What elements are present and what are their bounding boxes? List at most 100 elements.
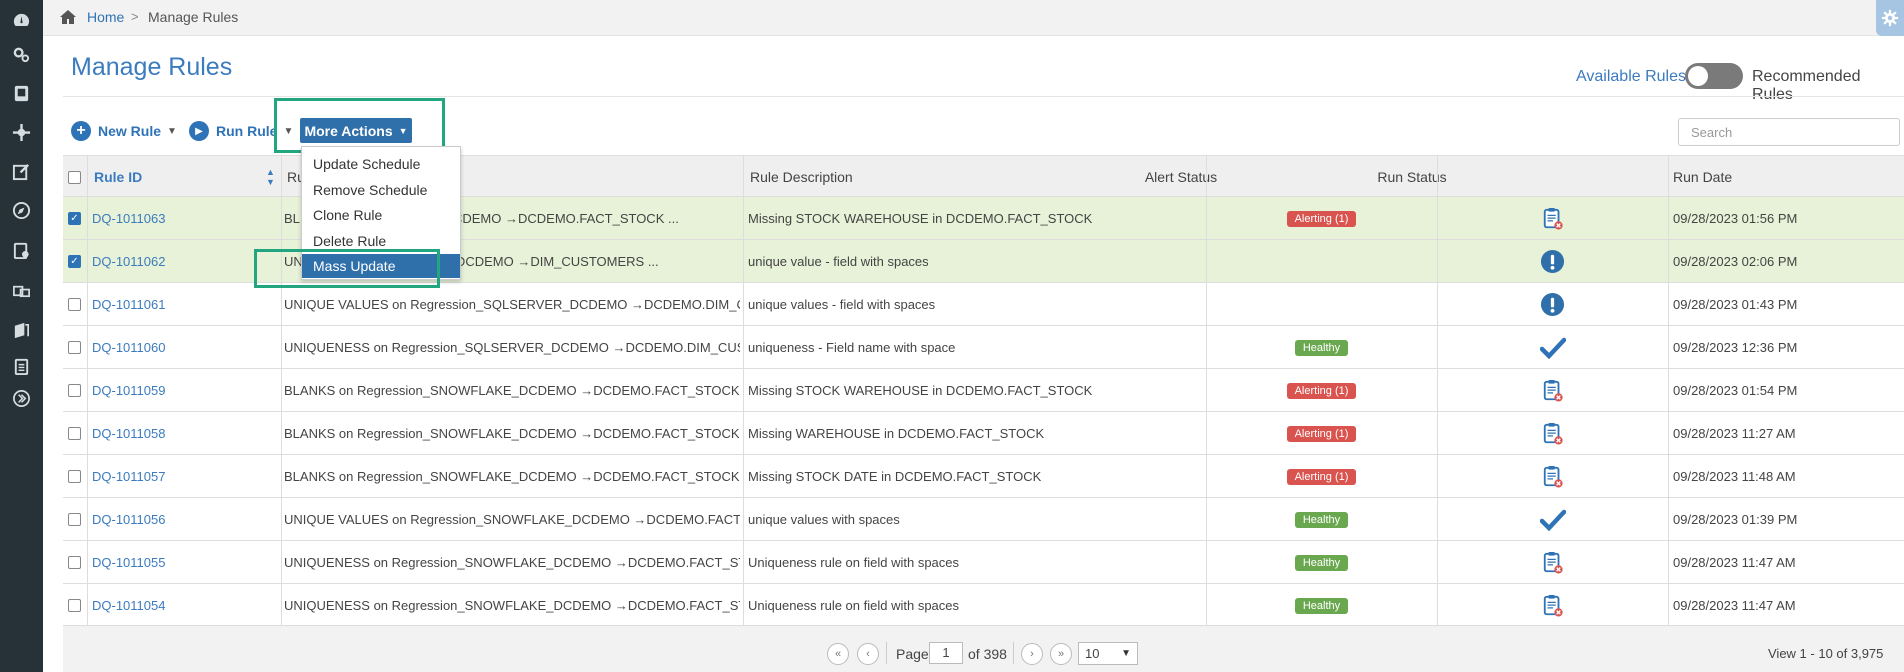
table-row[interactable]: DQ-1011055 UNIQUENESS on Regression_SNOW… bbox=[63, 541, 1904, 584]
home-icon[interactable] bbox=[59, 9, 77, 25]
rules-toggle-switch[interactable] bbox=[1685, 63, 1743, 89]
rule-id-link[interactable]: DQ-1011060 bbox=[92, 326, 277, 369]
column-divider bbox=[743, 155, 744, 625]
expand-sidebar-icon[interactable] bbox=[11, 388, 32, 409]
row-select-cell[interactable] bbox=[68, 498, 86, 541]
clipboard-icon[interactable] bbox=[11, 356, 32, 377]
breadcrumb-home[interactable]: Home bbox=[87, 9, 124, 25]
checkmark-icon[interactable] bbox=[1539, 335, 1566, 361]
clipboard-error-icon[interactable] bbox=[1540, 421, 1566, 447]
row-checkbox[interactable] bbox=[68, 341, 81, 354]
row-checkbox[interactable]: ✓ bbox=[68, 212, 81, 225]
clipboard-error-icon[interactable] bbox=[1540, 206, 1566, 232]
menu-item-clone-rule[interactable]: Clone Rule bbox=[302, 203, 460, 227]
header-run-status[interactable]: Run Status bbox=[1296, 156, 1528, 198]
row-select-cell[interactable] bbox=[68, 326, 86, 369]
rule-id-link[interactable]: DQ-1011057 bbox=[92, 455, 277, 498]
rule-id-link[interactable]: DQ-1011063 bbox=[92, 197, 277, 240]
row-checkbox[interactable] bbox=[68, 599, 81, 612]
table-row[interactable]: DQ-1011054 UNIQUENESS on Regression_SNOW… bbox=[63, 584, 1904, 627]
row-select-cell[interactable] bbox=[68, 455, 86, 498]
select-all-checkbox[interactable] bbox=[68, 170, 81, 184]
rule-id-link[interactable]: DQ-1011054 bbox=[92, 584, 277, 627]
row-select-cell[interactable]: ✓ bbox=[68, 197, 86, 240]
crosshair-icon[interactable] bbox=[11, 122, 32, 143]
table-row[interactable]: DQ-1011058 BLANKS on Regression_SNOWFLAK… bbox=[63, 412, 1904, 455]
row-checkbox[interactable] bbox=[68, 556, 81, 569]
edit-icon[interactable] bbox=[11, 161, 32, 182]
row-checkbox[interactable] bbox=[68, 384, 81, 397]
row-select-cell[interactable]: ✓ bbox=[68, 240, 86, 283]
rule-name-cell: UNIQUENESS on Regression_SNOWFLAKE_DCDEM… bbox=[284, 541, 740, 584]
row-select-cell[interactable] bbox=[68, 369, 86, 412]
rule-id-link[interactable]: DQ-1011061 bbox=[92, 283, 277, 326]
report-settings-icon[interactable] bbox=[11, 240, 32, 261]
table-row[interactable]: DQ-1011056 UNIQUE VALUES on Regression_S… bbox=[63, 498, 1904, 541]
clipboard-error-icon[interactable] bbox=[1540, 378, 1566, 404]
gears-icon[interactable] bbox=[11, 44, 32, 65]
rule-id-link[interactable]: DQ-1011062 bbox=[92, 240, 277, 283]
catalog-icon[interactable] bbox=[11, 83, 32, 104]
table-row[interactable]: DQ-1011061 UNIQUE VALUES on Regression_S… bbox=[63, 283, 1904, 326]
rule-name-cell: BLANKS on Regression_SNOWFLAKE_DCDEMO →D… bbox=[284, 412, 740, 455]
clipboard-error-icon[interactable] bbox=[1540, 550, 1566, 576]
header-alert-status[interactable]: Alert Status bbox=[1066, 156, 1296, 198]
next-page-icon[interactable]: › bbox=[1021, 643, 1043, 665]
run-date: 09/28/2023 11:47 AM bbox=[1673, 555, 1796, 570]
rule-name-cell: UNIQUENESS on Regression_SNOWFLAKE_DCDEM… bbox=[284, 584, 740, 627]
run-date: 09/28/2023 11:27 AM bbox=[1673, 426, 1796, 441]
rule-id-link[interactable]: DQ-1011059 bbox=[92, 369, 277, 412]
select-all-cell[interactable] bbox=[68, 156, 86, 198]
menu-item-remove-schedule[interactable]: Remove Schedule bbox=[302, 178, 460, 202]
row-select-cell[interactable] bbox=[68, 412, 86, 455]
book-icon[interactable] bbox=[11, 320, 32, 341]
header-rule-id[interactable]: Rule ID bbox=[94, 156, 274, 198]
first-page-icon[interactable]: « bbox=[827, 643, 849, 665]
rule-description: Missing WAREHOUSE in DCDEMO.FACT_STOCK bbox=[748, 426, 1045, 441]
available-rules-label[interactable]: Available Rules bbox=[1576, 68, 1686, 86]
row-checkbox[interactable] bbox=[68, 298, 81, 311]
dashboard-icon[interactable] bbox=[11, 10, 32, 31]
compass-icon[interactable] bbox=[11, 200, 32, 221]
table-row[interactable]: DQ-1011059 BLANKS on Regression_SNOWFLAK… bbox=[63, 369, 1904, 412]
page-number-input[interactable]: 1 bbox=[929, 642, 963, 664]
header-description[interactable]: Rule Description bbox=[750, 156, 853, 198]
clipboard-error-icon[interactable] bbox=[1540, 593, 1566, 619]
table-row[interactable]: DQ-1011060 UNIQUENESS on Regression_SQLS… bbox=[63, 326, 1904, 369]
search-input[interactable] bbox=[1678, 118, 1900, 146]
clipboard-error-icon[interactable] bbox=[1540, 464, 1566, 490]
exclamation-icon[interactable] bbox=[1540, 292, 1566, 318]
row-checkbox[interactable]: ✓ bbox=[68, 255, 81, 268]
row-select-cell[interactable] bbox=[68, 283, 86, 326]
alert-status-badge: Healthy bbox=[1294, 511, 1349, 528]
rule-id-link[interactable]: DQ-1011055 bbox=[92, 541, 277, 584]
column-divider bbox=[87, 155, 88, 625]
rule-id-link[interactable]: DQ-1011058 bbox=[92, 412, 277, 455]
checkmark-icon[interactable] bbox=[1539, 507, 1566, 533]
run-status-cell bbox=[1437, 326, 1668, 369]
rule-name-cell: UNIQUENESS on Regression_SQLSERVER_DCDEM… bbox=[284, 326, 740, 369]
page-size-select[interactable]: 10 ▼ bbox=[1078, 642, 1138, 665]
new-rule-button[interactable]: + New Rule ▼ bbox=[71, 120, 177, 142]
last-page-icon[interactable]: » bbox=[1050, 643, 1072, 665]
row-select-cell[interactable] bbox=[68, 584, 86, 627]
row-checkbox[interactable] bbox=[68, 427, 81, 440]
exclamation-icon[interactable] bbox=[1540, 249, 1566, 275]
rule-id-link[interactable]: DQ-1011056 bbox=[92, 498, 277, 541]
run-date: 09/28/2023 11:47 AM bbox=[1673, 598, 1796, 613]
sort-icon[interactable]: ▲ ▼ bbox=[266, 156, 275, 198]
row-select-cell[interactable] bbox=[68, 541, 86, 584]
table-row[interactable]: DQ-1011057 BLANKS on Regression_SNOWFLAK… bbox=[63, 455, 1904, 498]
header-run-date[interactable]: Run Date bbox=[1673, 156, 1732, 198]
rule-description: Uniqueness rule on field with spaces bbox=[748, 555, 960, 570]
row-checkbox[interactable] bbox=[68, 470, 81, 483]
row-checkbox[interactable] bbox=[68, 513, 81, 526]
column-divider bbox=[1437, 155, 1438, 625]
settings-gear-icon[interactable] bbox=[1876, 0, 1904, 36]
integration-icon[interactable] bbox=[11, 280, 32, 301]
plus-icon: + bbox=[71, 121, 91, 141]
menu-item-update-schedule[interactable]: Update Schedule bbox=[302, 152, 460, 176]
prev-page-icon[interactable]: ‹ bbox=[857, 643, 879, 665]
more-actions-button[interactable]: More Actions ▼ bbox=[300, 118, 412, 143]
recommended-rules-label[interactable]: Recommended Rules bbox=[1752, 68, 1904, 104]
